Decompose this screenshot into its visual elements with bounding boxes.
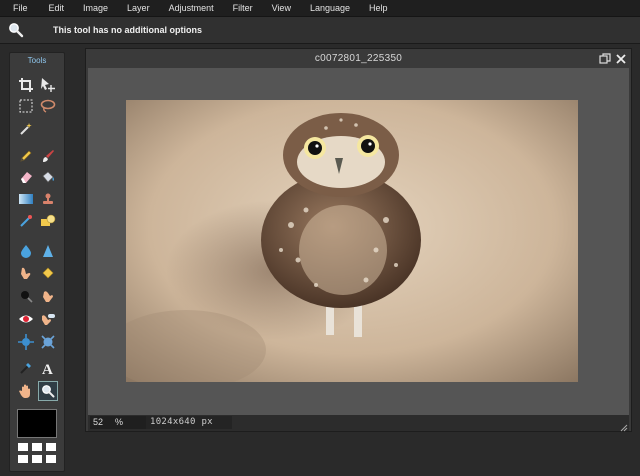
tools-panel: Tools A [9,52,65,472]
color-picker-icon[interactable] [16,358,36,378]
red-eye-icon[interactable] [16,309,36,329]
menu-language[interactable]: Language [310,3,350,13]
status-bar: 52 % 1024x640 px [88,415,629,431]
sponge-icon[interactable] [38,263,58,283]
pinch-icon[interactable] [38,332,58,352]
zoom-tool-button[interactable] [38,381,58,401]
clone-stamp-icon[interactable] [38,189,58,209]
bloat-icon[interactable] [16,332,36,352]
menu-adjustment[interactable]: Adjustment [169,3,214,13]
image-window: c0072801_225350 52 % 1024x640 px [85,48,632,432]
options-message: This tool has no additional options [53,25,202,35]
eraser-icon[interactable] [16,167,36,187]
menu-file[interactable]: File [13,3,28,13]
lasso-icon[interactable] [38,96,58,116]
window-title: c0072801_225350 [86,49,631,68]
brush-icon[interactable] [38,146,58,166]
crop-icon[interactable] [16,75,36,95]
magic-wand-icon[interactable] [16,119,36,139]
restore-icon[interactable] [599,52,611,64]
zoom-unit: % [115,417,124,427]
spot-heal-icon[interactable] [38,309,58,329]
menu-bar: File Edit Image Layer Adjustment Filter … [0,0,640,17]
foreground-color-swatch[interactable] [17,409,57,438]
owl-photo[interactable] [126,100,578,382]
paint-bucket-icon[interactable] [38,167,58,187]
sharpen-icon[interactable] [38,241,58,261]
drawing-icon[interactable] [38,211,58,231]
zoom-level-field[interactable]: 52 % [90,416,146,429]
burn-icon[interactable] [38,286,58,306]
dodge-icon[interactable] [16,286,36,306]
blur-icon[interactable] [16,241,36,261]
close-icon[interactable] [615,52,627,64]
zoom-icon [8,22,24,38]
canvas-area[interactable] [88,68,629,415]
move-icon[interactable] [38,75,58,95]
menu-edit[interactable]: Edit [49,3,65,13]
smudge-icon[interactable] [16,263,36,283]
image-dimensions: 1024x640 px [146,416,232,429]
menu-layer[interactable]: Layer [127,3,150,13]
menu-image[interactable]: Image [83,3,108,13]
menu-help[interactable]: Help [369,3,388,13]
hand-icon[interactable] [16,381,36,401]
options-bar: This tool has no additional options [0,17,640,44]
grid-view-icon[interactable] [18,443,56,465]
menu-view[interactable]: View [272,3,291,13]
color-replace-icon[interactable] [16,211,36,231]
zoom-value: 52 [93,417,104,427]
tools-title: Tools [27,56,47,65]
resize-grip-icon[interactable] [619,419,628,432]
gradient-icon[interactable] [16,189,36,209]
menu-filter[interactable]: Filter [233,3,253,13]
pencil-icon[interactable] [16,146,36,166]
svg-text:A: A [42,362,53,375]
marquee-select-icon[interactable] [16,96,36,116]
type-icon[interactable]: A [38,358,58,378]
